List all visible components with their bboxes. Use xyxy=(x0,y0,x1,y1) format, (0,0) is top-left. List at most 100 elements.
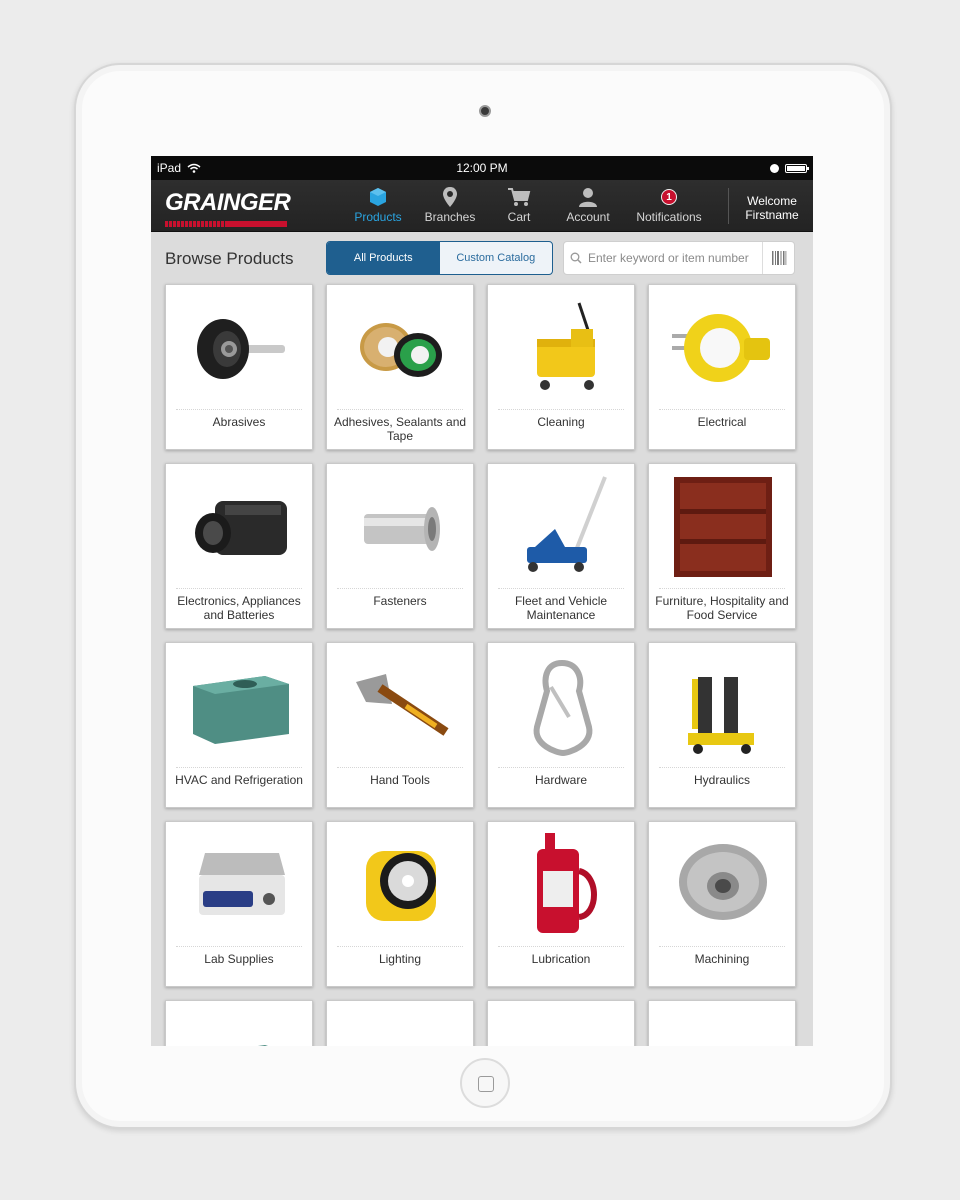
category-label: Machining xyxy=(694,952,750,966)
battery-icon xyxy=(785,163,809,173)
category-tile-hydraulics[interactable]: Hydraulics xyxy=(648,642,796,808)
carabiner-image xyxy=(533,659,593,757)
tape-rolls-image xyxy=(360,323,442,377)
grinding-wheel-image xyxy=(679,844,767,920)
category-label: Fleet and Vehicle Maintenance xyxy=(514,594,608,622)
hydraulic-cart-image xyxy=(668,1031,778,1046)
category-tile-hardware[interactable]: Hardware xyxy=(487,642,635,808)
bookshelf-image xyxy=(674,477,772,577)
search-box xyxy=(563,241,795,275)
category-tile-cleaning[interactable]: Cleaning xyxy=(487,284,635,450)
category-label: Electronics, Appliances and Batteries xyxy=(177,594,301,622)
category-label: Cleaning xyxy=(537,415,585,429)
logo-bar xyxy=(225,221,287,227)
axe-image xyxy=(346,1031,456,1046)
status-time: 12:00 PM xyxy=(456,161,508,175)
welcome-user[interactable]: Welcome Firstname xyxy=(737,194,807,222)
cube-icon xyxy=(370,188,386,206)
category-tile-partial[interactable] xyxy=(487,1000,635,1046)
category-tile-partial[interactable] xyxy=(165,1000,313,1046)
all-products-tab[interactable]: All Products xyxy=(327,242,440,274)
nav-label: Branches xyxy=(424,210,476,224)
nav-cart[interactable]: Cart xyxy=(479,186,559,224)
category-label: Hand Tools xyxy=(370,773,430,787)
nav-label: Cart xyxy=(507,210,531,224)
search-input[interactable] xyxy=(588,251,758,265)
axe-image xyxy=(356,674,449,736)
nav-label: Account xyxy=(566,210,610,224)
hvac-unit-image xyxy=(193,676,289,744)
nav-branches[interactable]: Branches xyxy=(410,186,490,224)
category-tile-abrasives[interactable]: Abrasives xyxy=(165,284,313,450)
oil-can-image xyxy=(537,833,597,933)
camera-icon xyxy=(479,105,491,117)
nav-label: Products xyxy=(354,210,402,224)
nav-products[interactable]: Products xyxy=(338,186,418,224)
mop-bucket-image xyxy=(537,302,595,390)
hydraulic-cart-image xyxy=(688,677,754,754)
category-label: Fasteners xyxy=(373,594,427,608)
category-tile-adhesives[interactable]: Adhesives, Sealants and Tape xyxy=(326,284,474,450)
category-tile-lubrication[interactable]: Lubrication xyxy=(487,821,635,987)
page-title: Browse Products xyxy=(165,249,294,268)
hot-plate-image xyxy=(199,853,285,915)
category-grid: Abrasives Adhesives, Sealants and Tape C… xyxy=(165,284,797,1046)
category-tile-electrical[interactable]: Electrical xyxy=(648,284,796,450)
wifi-icon xyxy=(187,163,201,173)
rotation-lock-icon xyxy=(770,163,779,173)
category-label: Lab Supplies xyxy=(204,952,274,966)
nav-divider xyxy=(728,188,729,224)
category-label: HVAC and Refrigeration xyxy=(175,773,303,787)
category-tile-furniture[interactable]: Furniture, Hospitality and Food Service xyxy=(648,463,796,629)
barcode-scan-button[interactable] xyxy=(762,242,794,274)
nav-account[interactable]: Account xyxy=(548,186,628,224)
category-label: Adhesives, Sealants and Tape xyxy=(333,415,467,443)
category-tile-machining[interactable]: Machining xyxy=(648,821,796,987)
app-screen: iPad 12:00 PM GRAINGER Products Branches… xyxy=(151,156,813,1046)
category-label: Electrical xyxy=(697,415,747,429)
category-label: Furniture, Hospitality and Food Service xyxy=(655,594,789,622)
top-navbar: GRAINGER Products Branches Cart Account … xyxy=(151,180,813,232)
anchor-fastener-image xyxy=(364,507,440,551)
category-label: Lighting xyxy=(378,952,422,966)
category-tile-hvac[interactable]: HVAC and Refrigeration xyxy=(165,642,313,808)
device-label: iPad xyxy=(157,161,182,175)
abrasive-disc-image xyxy=(197,319,285,379)
category-tile-partial[interactable] xyxy=(326,1000,474,1046)
logo-stripe xyxy=(165,221,225,227)
category-label: Hardware xyxy=(534,773,588,787)
floor-jack-image xyxy=(527,476,607,572)
nav-label: Notifications xyxy=(636,210,702,224)
nav-notifications[interactable]: 1 Notifications xyxy=(629,186,709,224)
category-tile-fasteners[interactable]: Fasteners xyxy=(326,463,474,629)
custom-catalog-tab[interactable]: Custom Catalog xyxy=(440,242,553,274)
hvac-unit-image xyxy=(257,1045,268,1046)
barcode-icon xyxy=(771,251,786,265)
user-icon xyxy=(579,188,597,207)
category-label: Lubrication xyxy=(531,952,591,966)
logo-text: GRAINGER xyxy=(165,189,291,216)
status-bar: iPad 12:00 PM xyxy=(151,156,813,180)
welcome-line: Welcome xyxy=(747,194,797,208)
plug-image xyxy=(672,314,770,382)
category-tile-electronics[interactable]: Electronics, Appliances and Batteries xyxy=(165,463,313,629)
map-pin-icon xyxy=(443,187,457,207)
category-tile-lab-supplies[interactable]: Lab Supplies xyxy=(165,821,313,987)
category-label: Abrasives xyxy=(212,415,266,429)
notification-badge: 1 xyxy=(661,189,677,205)
category-tile-hand-tools[interactable]: Hand Tools xyxy=(326,642,474,808)
username: Firstname xyxy=(745,208,799,222)
category-tile-partial[interactable] xyxy=(648,1000,796,1046)
grainger-logo[interactable]: GRAINGER xyxy=(165,189,291,227)
category-label: Hydraulics xyxy=(693,773,750,787)
cart-icon xyxy=(508,188,531,206)
lantern-image xyxy=(366,851,436,921)
browse-toolbar: Browse Products All Products Custom Cata… xyxy=(151,232,813,284)
camcorder-image xyxy=(195,501,287,555)
category-tile-lighting[interactable]: Lighting xyxy=(326,821,474,987)
eyebolt-image xyxy=(507,1031,617,1046)
search-icon xyxy=(570,252,582,264)
catalog-segmented-control: All Products Custom Catalog xyxy=(326,241,553,275)
home-button[interactable] xyxy=(460,1058,510,1108)
category-tile-fleet[interactable]: Fleet and Vehicle Maintenance xyxy=(487,463,635,629)
